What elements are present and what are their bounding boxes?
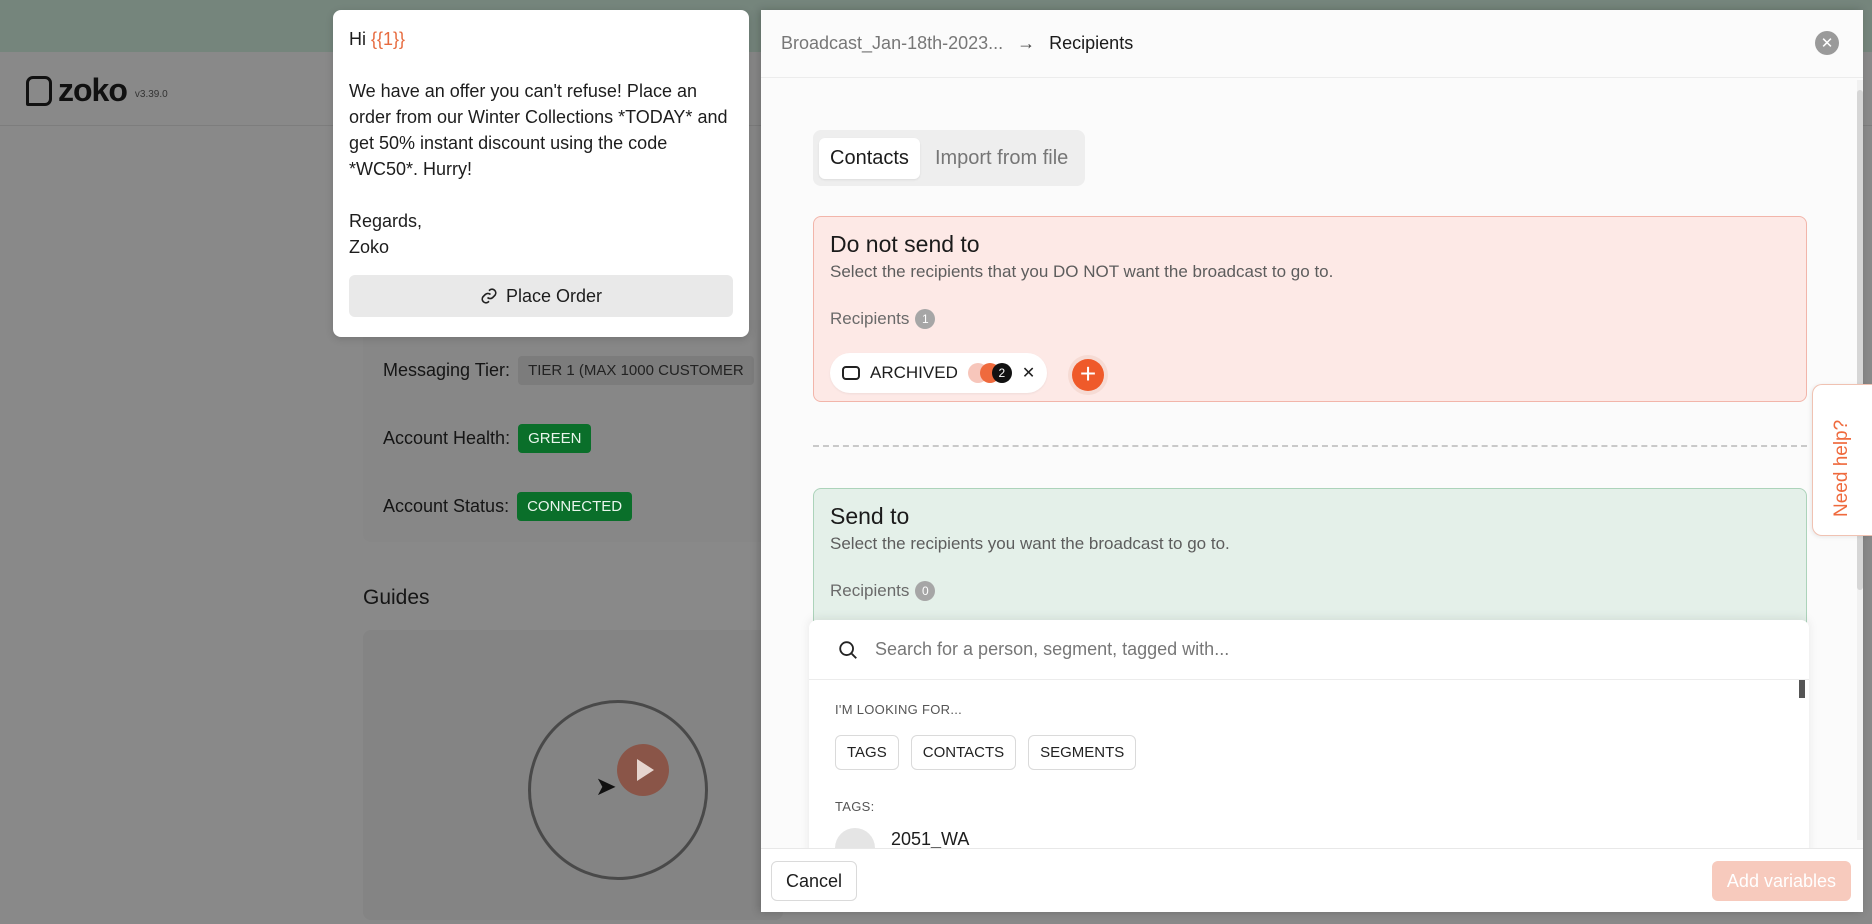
need-help-label: Need help? [1831,419,1852,517]
recipients-count-badge: 1 [915,309,936,329]
do-not-send-recipients-label: Recipients 1 [830,309,936,329]
do-not-send-section: Do not send to Select the recipients tha… [813,216,1807,402]
arrow-right-icon: → [1017,33,1036,53]
search-input[interactable] [875,639,1675,660]
breadcrumb-broadcast[interactable]: Broadcast_Jan-18th-2023... [781,33,1003,54]
recipient-search-dropdown: I'M LOOKING FOR... TAGS CONTACTS SEGMENT… [809,620,1809,868]
preview-greeting: Hi {{1}} [349,26,733,52]
tab-import-from-file[interactable]: Import from file [924,138,1079,179]
send-to-description: Select the recipients you want the broad… [830,534,1230,553]
account-status-label: Account Status: [383,496,510,516]
messaging-tier-value: TIER 1 (MAX 1000 CUSTOMER [518,356,754,385]
account-health-label: Account Health: [383,428,511,448]
messaging-tier-row: Messaging Tier: TIER 1 (MAX 1000 CUSTOME… [383,356,754,385]
send-to-title: Send to [830,503,910,529]
send-to-recipients-label: Recipients 0 [830,581,936,601]
recipient-source-tabs: Contacts Import from file [813,130,1086,186]
search-row [809,620,1809,680]
section-divider [813,445,1807,447]
add-recipient-button[interactable]: + [1072,359,1104,391]
account-health-badge: GREEN [518,424,592,453]
send-to-section: Send to Select the recipients you want t… [813,488,1807,638]
globe-illustration [528,700,708,880]
preview-greeting-text: Hi [349,29,371,49]
preview-variable: {{1}} [371,29,406,49]
link-icon [481,288,497,304]
need-help-tab[interactable]: Need help? [1812,384,1872,536]
message-preview: Hi {{1}} We have an offer you can't refu… [333,10,749,337]
looking-for-label: I'M LOOKING FOR... [835,702,963,717]
preview-signature: Zoko [349,237,390,257]
app-logo: zoko v3.39.0 [26,72,168,109]
filter-tags[interactable]: TAGS [835,735,899,770]
preview-body: We have an offer you can't refuse! Place… [349,81,728,179]
app-version: v3.39.0 [134,89,168,100]
dropdown-scrollbar[interactable] [1799,680,1805,698]
mouse-cursor-icon: ➤ [595,771,617,801]
filter-chips: TAGS CONTACTS SEGMENTS [835,735,1137,770]
recipient-chip-archived[interactable]: ARCHIVED 2 ✕ [830,353,1048,393]
cancel-button[interactable]: Cancel [771,861,858,901]
tab-contacts[interactable]: Contacts [819,137,920,179]
place-order-button[interactable]: Place Order [349,275,733,317]
chip-avatars: 2 [967,363,1012,383]
preview-regards: Regards, [349,211,423,231]
account-status-row: Account Status: CONNECTED [383,492,633,521]
do-not-send-title: Do not send to [830,231,980,257]
account-status-badge: CONNECTED [517,492,633,521]
messaging-tier-label: Messaging Tier: [383,360,511,380]
zoko-logo-icon [26,75,52,106]
close-icon[interactable]: ✕ [1815,31,1839,55]
tag-icon [842,366,860,380]
filter-contacts[interactable]: CONTACTS [910,735,1017,770]
guides-title: Guides [363,586,430,609]
remove-chip-icon[interactable]: ✕ [1022,363,1035,383]
recipients-drawer: Broadcast_Jan-18th-2023... → Recipients … [761,10,1863,912]
drawer-footer: Cancel Add variables [761,848,1863,912]
guide-video-card[interactable] [363,630,783,920]
play-icon[interactable] [617,744,669,796]
filter-segments[interactable]: SEGMENTS [1028,735,1137,770]
do-not-send-description: Select the recipients that you DO NOT wa… [830,262,1334,281]
avatar-count: 2 [991,363,1012,383]
recipients-label-text: Recipients [830,581,910,600]
recipients-label-text: Recipients [830,309,910,328]
list-item-label: 2051_WA [891,828,970,849]
add-variables-button[interactable]: Add variables [1711,861,1851,901]
breadcrumb-recipients: Recipients [1049,33,1134,53]
search-icon [839,640,857,659]
tags-label: TAGS: [835,799,875,814]
drawer-header: Broadcast_Jan-18th-2023... → Recipients … [761,10,1863,78]
account-health-row: Account Health: GREEN [383,424,592,453]
recipients-count-badge: 0 [915,581,936,601]
app-name: zoko [58,72,128,108]
place-order-label: Place Order [505,285,603,306]
recipient-chip-label: ARCHIVED [870,363,958,382]
